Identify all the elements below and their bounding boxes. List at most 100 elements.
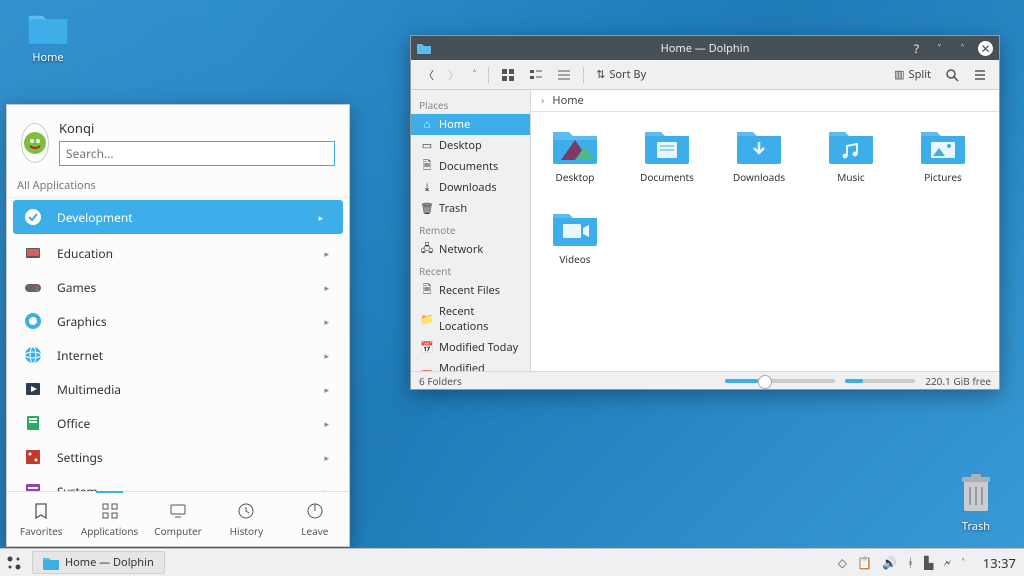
places-item[interactable]: ▭Desktop — [411, 135, 530, 156]
system-tray: ◇ 📋 🔊 ᚼ ▙ 🗲 ˄ — [828, 554, 975, 571]
folder-item[interactable]: Documents — [637, 126, 697, 184]
places-item-label: Trash — [439, 201, 467, 216]
breadcrumb[interactable]: › Home — [531, 90, 999, 112]
desktop-icon-label: Trash — [946, 519, 1006, 534]
minimize-button[interactable]: ˅ — [932, 41, 947, 56]
tray-notifications-icon[interactable]: ◇ — [838, 554, 847, 571]
tray-expand-icon[interactable]: ˄ — [961, 554, 964, 571]
places-item-label: Downloads — [439, 180, 497, 195]
split-button[interactable]: ▥ Split — [890, 65, 935, 84]
places-item[interactable]: 📅Modified Yesterday — [411, 358, 530, 371]
places-panel: Places ⌂Home▭Desktop🗎Documents ⤓ Downloads… — [411, 90, 531, 371]
tray-volume-icon[interactable]: 🔊 — [882, 554, 897, 571]
chevron-right-icon: ▸ — [324, 281, 329, 294]
tab-history[interactable]: History — [212, 492, 280, 546]
power-icon — [306, 502, 324, 520]
breadcrumb-item[interactable]: Home — [552, 93, 583, 108]
places-item[interactable]: 🖧Network — [411, 239, 530, 260]
taskbar-entry-dolphin[interactable]: Home — Dolphin — [32, 551, 165, 574]
folder-grid: Desktop Documents Downloads Music Pictures Vi… — [531, 112, 999, 371]
graphics-icon — [23, 311, 43, 331]
chevron-right-icon: ▸ — [324, 315, 329, 328]
desktop-icon-home[interactable]: Home — [18, 10, 78, 65]
places-item[interactable]: ⌂Home — [411, 114, 530, 135]
start-button[interactable] — [0, 554, 28, 572]
app-category-games[interactable]: Games ▸ — [7, 270, 349, 304]
places-item-icon: 📅 — [421, 342, 433, 354]
username-label: Konqi — [59, 119, 335, 137]
maximize-button[interactable]: ˄ — [955, 41, 970, 56]
tray-network-icon[interactable]: ▙ — [924, 554, 933, 571]
places-item[interactable]: 🗎Documents — [411, 156, 530, 177]
folder-count: 6 Folders — [419, 374, 462, 388]
plasma-icon — [5, 554, 23, 572]
app-category-settings[interactable]: Settings ▸ — [7, 440, 349, 474]
view-details-button[interactable] — [553, 66, 575, 84]
app-category-system[interactable]: System ▸ — [7, 474, 349, 491]
folder-item[interactable]: Downloads — [729, 126, 789, 184]
nav-back-button[interactable]: 〈 — [419, 65, 438, 85]
app-category-development[interactable]: Development ▸ — [13, 200, 343, 234]
tab-favorites[interactable]: Favorites — [7, 492, 75, 546]
places-item-label: Home — [439, 117, 470, 132]
separator — [488, 67, 489, 83]
view-compact-button[interactable] — [525, 66, 547, 84]
statusbar: 6 Folders 220.1 GiB free — [411, 371, 999, 389]
menu-button[interactable] — [969, 66, 991, 84]
help-button[interactable]: ? — [909, 41, 924, 56]
user-avatar[interactable] — [21, 123, 49, 163]
tray-bluetooth-icon[interactable]: ᚼ — [907, 554, 914, 571]
folder-item[interactable]: Videos — [545, 208, 605, 266]
task-label: Home — Dolphin — [65, 555, 154, 570]
places-item[interactable]: ⤓ Downloads — [411, 177, 530, 198]
dolphin-window: Home — Dolphin ? ˅ ˄ ✕ 〈 〉 ˄ ⇅ Sort By ▥… — [410, 35, 1000, 390]
trash-icon — [958, 473, 994, 515]
places-item[interactable]: 🗑Trash — [411, 198, 530, 219]
places-item[interactable]: 🗎Recent Files — [411, 280, 530, 301]
view-icons-button[interactable] — [497, 66, 519, 84]
folder-item[interactable]: Pictures — [913, 126, 973, 184]
folder-item[interactable]: Desktop — [545, 126, 605, 184]
places-item-label: Documents — [439, 159, 498, 174]
titlebar[interactable]: Home — Dolphin ? ˅ ˄ ✕ — [411, 36, 999, 60]
zoom-slider[interactable] — [725, 379, 835, 383]
tray-clipboard-icon[interactable]: 📋 — [857, 554, 872, 571]
all-applications-header: All Applications — [7, 174, 349, 197]
places-item-icon: ⤓ — [421, 182, 433, 194]
computer-icon — [169, 502, 187, 520]
app-category-graphics[interactable]: Graphics ▸ — [7, 304, 349, 338]
disk-free-label: 220.1 GiB free — [925, 374, 991, 388]
clock[interactable]: 13:37 — [975, 554, 1024, 572]
category-label: Education — [57, 245, 113, 262]
desktop-icon-trash[interactable]: Trash — [946, 473, 1006, 534]
places-item[interactable]: 📅Modified Today — [411, 337, 530, 358]
window-app-icon — [417, 42, 431, 54]
tab-computer[interactable]: Computer — [144, 492, 212, 546]
remote-section-header: Remote — [411, 219, 530, 239]
tab-leave[interactable]: Leave — [281, 492, 349, 546]
search-input[interactable] — [59, 141, 335, 166]
folder-item[interactable]: Music — [821, 126, 881, 184]
search-icon — [945, 68, 959, 82]
places-item-icon: 📁 — [421, 313, 433, 325]
app-category-multimedia[interactable]: Multimedia ▸ — [7, 372, 349, 406]
search-button[interactable] — [941, 66, 963, 84]
taskbar: Home — Dolphin ◇ 📋 🔊 ᚼ ▙ 🗲 ˄ 13:37 — [0, 548, 1024, 576]
nav-up-button[interactable]: ˄ — [469, 65, 480, 84]
chevron-right-icon: ▸ — [324, 349, 329, 362]
category-label: Graphics — [57, 313, 107, 330]
places-section-header: Places — [411, 94, 530, 114]
app-category-office[interactable]: Office ▸ — [7, 406, 349, 440]
folder-label: Music — [821, 170, 881, 184]
sort-button[interactable]: ⇅ Sort By — [592, 65, 650, 84]
places-item[interactable]: 📁Recent Locations — [411, 301, 530, 337]
nav-forward-button[interactable]: 〉 — [444, 65, 463, 85]
places-item-label: Modified Yesterday — [439, 361, 522, 371]
app-category-internet[interactable]: Internet ▸ — [7, 338, 349, 372]
app-category-education[interactable]: Education ▸ — [7, 236, 349, 270]
tab-applications[interactable]: Applications — [75, 492, 143, 546]
close-button[interactable]: ✕ — [978, 41, 993, 56]
games-icon — [23, 277, 43, 297]
disk-usage-bar — [845, 379, 915, 383]
tray-battery-icon[interactable]: 🗲 — [943, 554, 951, 571]
